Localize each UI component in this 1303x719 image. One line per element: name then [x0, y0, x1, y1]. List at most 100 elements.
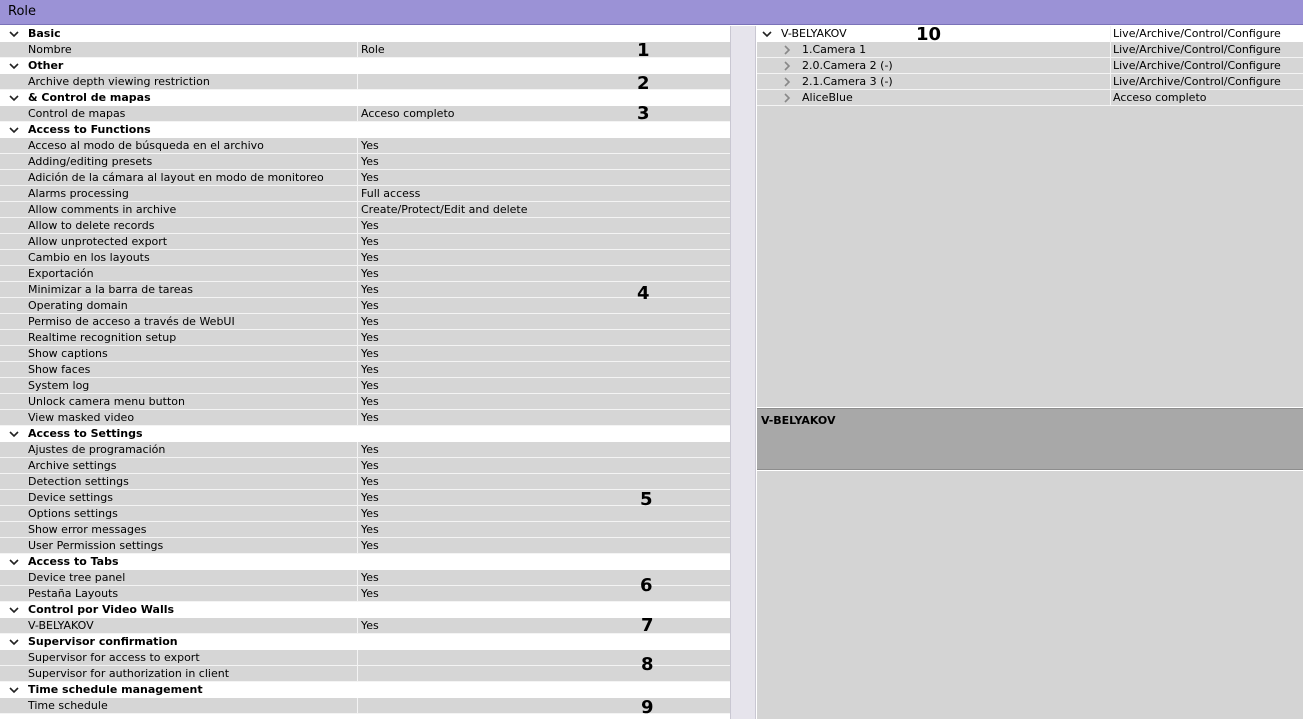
property-row[interactable]: Operating domain Yes [0, 298, 730, 314]
chevron-down-icon[interactable] [8, 124, 20, 136]
device-tree-permission[interactable]: Live/Archive/Control/Configure [1113, 43, 1281, 56]
property-row[interactable]: Archive depth viewing restriction [0, 74, 730, 90]
property-group[interactable]: Supervisor confirmation [0, 634, 730, 650]
property-value[interactable]: Yes [361, 139, 379, 152]
device-tree-permission[interactable]: Acceso completo [1113, 91, 1207, 104]
property-value[interactable]: Acceso completo [361, 107, 455, 120]
device-tree-item[interactable]: V-BELYAKOV Live/Archive/Control/Configure [757, 26, 1303, 42]
property-row[interactable]: Time schedule [0, 698, 730, 714]
property-row[interactable]: Show error messages Yes [0, 522, 730, 538]
device-tree-item[interactable]: 2.1.Camera 3 (-) Live/Archive/Control/Con… [757, 74, 1303, 90]
property-row[interactable]: Detection settings Yes [0, 474, 730, 490]
chevron-down-icon[interactable] [8, 60, 20, 72]
property-value[interactable]: Yes [361, 155, 379, 168]
property-group[interactable]: Other [0, 58, 730, 74]
property-row[interactable]: Show faces Yes [0, 362, 730, 378]
device-tree-permission[interactable]: Live/Archive/Control/Configure [1113, 59, 1281, 72]
property-row[interactable]: Supervisor for access to export [0, 650, 730, 666]
chevron-down-icon[interactable] [8, 428, 20, 440]
property-group[interactable]: Control por Video Walls [0, 602, 730, 618]
property-row[interactable]: Ajustes de programación Yes [0, 442, 730, 458]
chevron-down-icon[interactable] [761, 28, 773, 40]
property-value[interactable]: Yes [361, 491, 379, 504]
property-value[interactable]: Yes [361, 347, 379, 360]
property-value[interactable]: Yes [361, 299, 379, 312]
property-value[interactable]: Yes [361, 523, 379, 536]
property-value[interactable]: Yes [361, 571, 379, 584]
property-row[interactable]: Exportación Yes [0, 266, 730, 282]
property-row[interactable]: Realtime recognition setup Yes [0, 330, 730, 346]
chevron-down-icon[interactable] [8, 636, 20, 648]
property-value[interactable]: Yes [361, 411, 379, 424]
device-tree-item[interactable]: 1.Camera 1 Live/Archive/Control/Configure [757, 42, 1303, 58]
property-row[interactable]: Adición de la cámara al layout en modo d… [0, 170, 730, 186]
property-group[interactable]: Time schedule management [0, 682, 730, 698]
device-tree-item[interactable]: AliceBlue Acceso completo [757, 90, 1303, 106]
chevron-right-icon[interactable] [781, 92, 793, 104]
property-row[interactable]: Supervisor for authorization in client [0, 666, 730, 682]
chevron-down-icon[interactable] [8, 684, 20, 696]
property-group[interactable]: Access to Settings [0, 426, 730, 442]
property-row[interactable]: Device settings Yes [0, 490, 730, 506]
chevron-right-icon[interactable] [781, 60, 793, 72]
property-value[interactable]: Yes [361, 443, 379, 456]
property-value[interactable]: Yes [361, 587, 379, 600]
property-value[interactable]: Create/Protect/Edit and delete [361, 203, 528, 216]
property-group[interactable]: Access to Functions [0, 122, 730, 138]
chevron-down-icon[interactable] [8, 556, 20, 568]
property-row[interactable]: Adding/editing presets Yes [0, 154, 730, 170]
property-value[interactable]: Full access [361, 187, 420, 200]
property-row[interactable]: Cambio en los layouts Yes [0, 250, 730, 266]
property-value[interactable]: Yes [361, 219, 379, 232]
property-value[interactable]: Yes [361, 507, 379, 520]
property-label: User Permission settings [28, 539, 164, 552]
property-row[interactable]: Allow unprotected export Yes [0, 234, 730, 250]
property-row[interactable]: View masked video Yes [0, 410, 730, 426]
device-tree-permission[interactable]: Live/Archive/Control/Configure [1113, 75, 1281, 88]
property-value[interactable]: Yes [361, 315, 379, 328]
panel-splitter[interactable] [730, 26, 756, 719]
property-row[interactable]: Allow to delete records Yes [0, 218, 730, 234]
property-row[interactable]: Permiso de acceso a través de WebUI Yes [0, 314, 730, 330]
property-row[interactable]: Device tree panel Yes [0, 570, 730, 586]
chevron-down-icon[interactable] [8, 92, 20, 104]
device-tree-permission[interactable]: Live/Archive/Control/Configure [1113, 27, 1281, 40]
property-row[interactable]: User Permission settings Yes [0, 538, 730, 554]
property-row[interactable]: Unlock camera menu button Yes [0, 394, 730, 410]
property-value[interactable]: Yes [361, 235, 379, 248]
property-row[interactable]: Allow comments in archive Create/Protect/… [0, 202, 730, 218]
property-value[interactable]: Yes [361, 379, 379, 392]
property-row[interactable]: Alarms processing Full access [0, 186, 730, 202]
property-value[interactable]: Yes [361, 539, 379, 552]
property-value[interactable]: Yes [361, 251, 379, 264]
property-row[interactable]: Show captions Yes [0, 346, 730, 362]
property-row[interactable]: Archive settings Yes [0, 458, 730, 474]
chevron-down-icon[interactable] [8, 28, 20, 40]
property-value[interactable]: Yes [361, 459, 379, 472]
property-row[interactable]: V-BELYAKOV Yes [0, 618, 730, 634]
property-row[interactable]: Control de mapas Acceso completo [0, 106, 730, 122]
property-value[interactable]: Yes [361, 171, 379, 184]
property-row[interactable]: Minimizar a la barra de tareas Yes [0, 282, 730, 298]
property-value[interactable]: Yes [361, 267, 379, 280]
property-row[interactable]: Options settings Yes [0, 506, 730, 522]
chevron-right-icon[interactable] [781, 76, 793, 88]
chevron-right-icon[interactable] [781, 44, 793, 56]
chevron-down-icon[interactable] [8, 604, 20, 616]
property-value[interactable]: Yes [361, 395, 379, 408]
property-label: Show faces [28, 363, 91, 376]
property-value[interactable]: Yes [361, 619, 379, 632]
property-value[interactable]: Role [361, 43, 385, 56]
property-row[interactable]: System log Yes [0, 378, 730, 394]
property-group[interactable]: Access to Tabs [0, 554, 730, 570]
property-row[interactable]: Pestaña Layouts Yes [0, 586, 730, 602]
property-group[interactable]: & Control de mapas [0, 90, 730, 106]
property-row[interactable]: Nombre Role [0, 42, 730, 58]
property-value[interactable]: Yes [361, 283, 379, 296]
property-value[interactable]: Yes [361, 363, 379, 376]
property-group[interactable]: Basic [0, 26, 730, 42]
device-tree-item[interactable]: 2.0.Camera 2 (-) Live/Archive/Control/Con… [757, 58, 1303, 74]
property-value[interactable]: Yes [361, 475, 379, 488]
property-value[interactable]: Yes [361, 331, 379, 344]
property-row[interactable]: Acceso al modo de búsqueda en el archivo… [0, 138, 730, 154]
